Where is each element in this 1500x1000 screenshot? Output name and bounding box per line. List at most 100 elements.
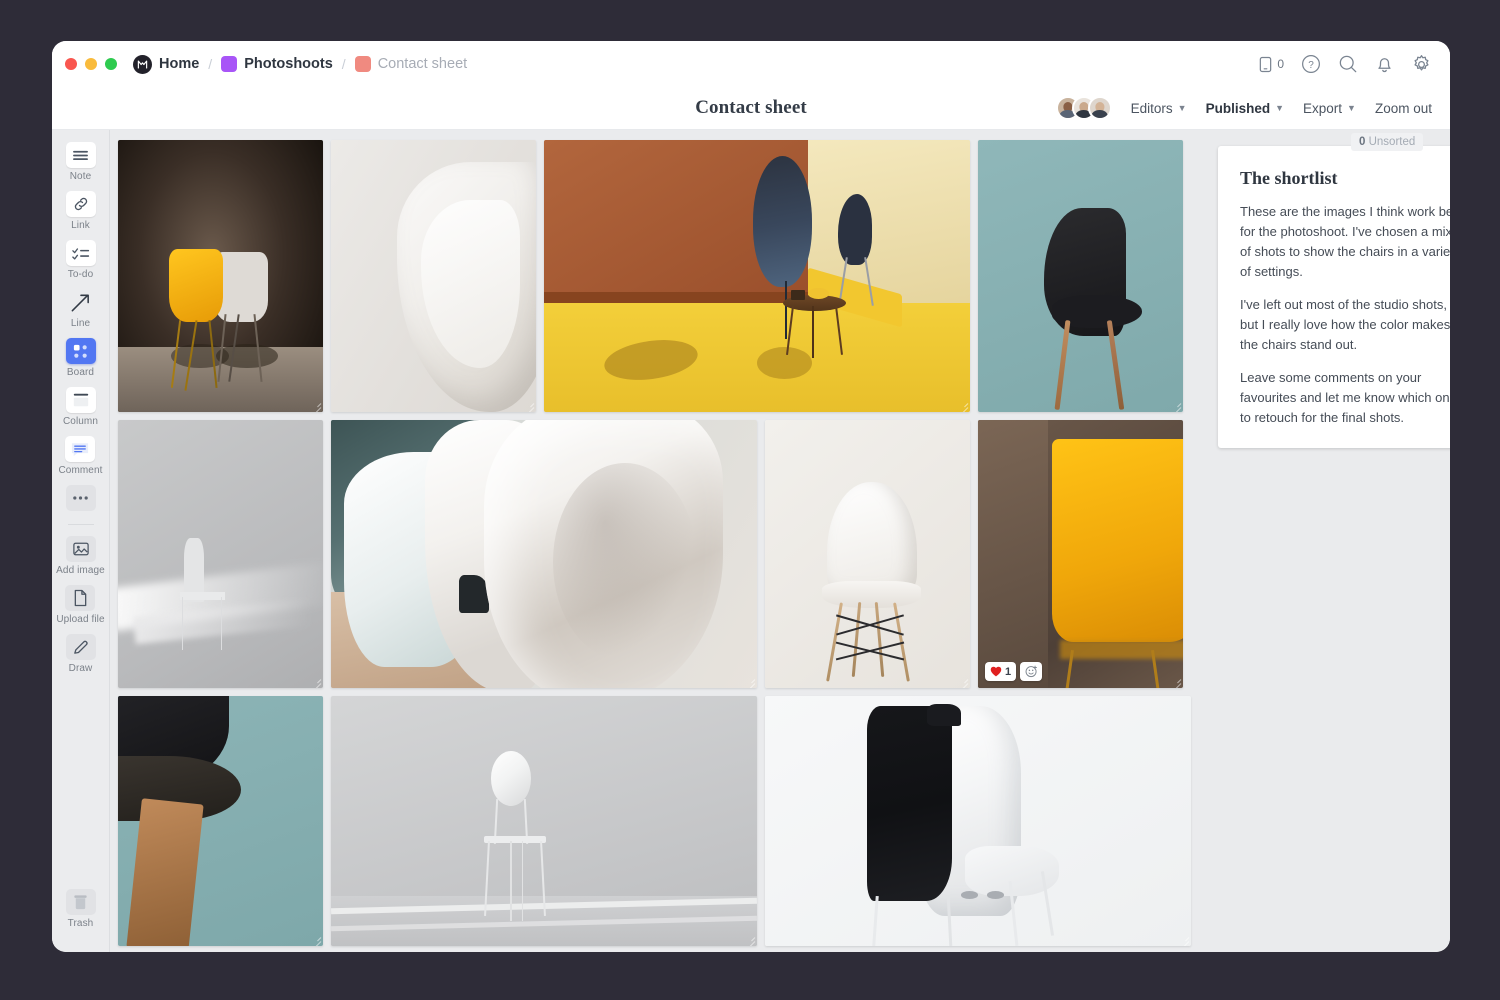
minimize-button[interactable] bbox=[85, 58, 97, 70]
link-icon bbox=[65, 191, 96, 217]
zoom-out-button[interactable]: Zoom out bbox=[1375, 101, 1432, 116]
image-card-white-round-back-chair-grey[interactable] bbox=[331, 696, 757, 946]
help-icon[interactable]: ? bbox=[1301, 54, 1321, 74]
note-icon bbox=[65, 142, 96, 168]
image-card-eames-style-white-chair[interactable] bbox=[765, 420, 970, 688]
image-card-navy-chairs-terracotta-yellow-set[interactable] bbox=[544, 140, 970, 412]
image-card-black-chair-teal-background[interactable] bbox=[978, 140, 1183, 412]
tool-line[interactable]: Line bbox=[66, 289, 96, 329]
breadcrumb-item-home[interactable]: Home bbox=[159, 56, 199, 72]
resize-handle[interactable] bbox=[1172, 401, 1181, 410]
tool-link[interactable]: Link bbox=[65, 191, 96, 231]
tool-comment-label: Comment bbox=[58, 465, 103, 476]
image-grid: 1 bbox=[118, 140, 1200, 946]
note-paragraph: I've left out most of the studio shots, … bbox=[1240, 297, 1450, 352]
note-card-shortlist[interactable]: The shortlist These are the images I thi… bbox=[1218, 146, 1450, 448]
published-label: Published bbox=[1205, 100, 1271, 116]
tool-add-image[interactable]: Add image bbox=[56, 536, 105, 576]
mobile-icon[interactable]: 0 bbox=[1258, 56, 1284, 73]
heart-icon bbox=[990, 666, 1002, 677]
close-button[interactable] bbox=[65, 58, 77, 70]
export-menu[interactable]: Export ▼ bbox=[1303, 101, 1356, 116]
tool-add-image-label: Add image bbox=[56, 565, 105, 576]
line-arrow-icon bbox=[66, 289, 96, 315]
board-canvas[interactable]: 0 Unsorted 1 The shortlist These are the… bbox=[110, 130, 1450, 952]
breadcrumb-item-photoshoots[interactable]: Photoshoots bbox=[244, 56, 333, 72]
tool-link-label: Link bbox=[71, 220, 90, 231]
tool-todo[interactable]: To-do bbox=[65, 240, 96, 280]
resize-handle[interactable] bbox=[746, 677, 755, 686]
tool-more[interactable] bbox=[65, 485, 96, 511]
more-dots-icon bbox=[65, 485, 96, 511]
published-menu[interactable]: Published ▼ bbox=[1206, 101, 1284, 116]
editors-menu[interactable]: Editors ▼ bbox=[1131, 101, 1187, 116]
image-icon bbox=[65, 536, 96, 562]
board-icon bbox=[65, 338, 96, 364]
resize-handle[interactable] bbox=[312, 401, 321, 410]
resize-handle[interactable] bbox=[312, 677, 321, 686]
app-window: Home / Photoshoots / Contact sheet 0 ? C… bbox=[52, 41, 1450, 952]
avatar-group[interactable] bbox=[1055, 96, 1112, 120]
image-card-yellow-and-white-chairs-dark-room[interactable] bbox=[118, 140, 323, 412]
tool-note[interactable]: Note bbox=[65, 142, 96, 182]
tool-comment[interactable]: Comment bbox=[58, 436, 102, 476]
tool-trash[interactable]: Trash bbox=[65, 889, 96, 929]
breadcrumb-swatch-contact-sheet bbox=[354, 56, 371, 72]
image-card-white-chair-with-black-coat[interactable] bbox=[765, 696, 1191, 946]
todo-icon bbox=[65, 240, 96, 266]
note-paragraph: These are the images I think work best f… bbox=[1240, 204, 1450, 279]
add-reaction-icon[interactable] bbox=[1020, 662, 1043, 681]
file-icon bbox=[65, 585, 96, 611]
header-actions: Editors ▼ Published ▼ Export ▼ Zoom out bbox=[1055, 96, 1450, 120]
bell-icon[interactable] bbox=[1375, 54, 1394, 74]
reaction-heart[interactable]: 1 bbox=[985, 662, 1017, 681]
tool-upload-file-label: Upload file bbox=[56, 614, 105, 625]
image-card-black-chair-wood-leg-teal[interactable] bbox=[118, 696, 323, 946]
resize-handle[interactable] bbox=[312, 935, 321, 944]
milanote-logo-icon[interactable] bbox=[133, 54, 152, 74]
comment-icon bbox=[65, 436, 96, 462]
image-card-chairs-macro-white-teal[interactable] bbox=[331, 420, 757, 688]
search-icon[interactable] bbox=[1338, 54, 1358, 74]
tool-draw[interactable]: Draw bbox=[65, 634, 96, 674]
image-card-yellow-chair-brown-wall[interactable]: 1 bbox=[978, 420, 1183, 688]
resize-handle[interactable] bbox=[959, 677, 968, 686]
gear-icon[interactable] bbox=[1411, 54, 1432, 75]
tool-board-label: Board bbox=[66, 367, 95, 378]
tool-column-label: Column bbox=[62, 416, 99, 427]
reaction-bar: 1 bbox=[985, 662, 1043, 681]
image-card-white-chair-grey-studio[interactable] bbox=[118, 420, 323, 688]
workspace: Note Link To-do Line Board Column Commen… bbox=[52, 130, 1450, 952]
chevron-down-icon: ▼ bbox=[1177, 103, 1187, 113]
maximize-button[interactable] bbox=[105, 58, 117, 70]
pencil-icon bbox=[65, 634, 96, 660]
window-controls bbox=[65, 58, 117, 70]
breadcrumb-item-contact-sheet: Contact sheet bbox=[377, 56, 468, 72]
breadcrumb-separator-1: / bbox=[208, 56, 213, 72]
unsorted-count: 0 bbox=[1359, 136, 1366, 148]
column-icon bbox=[65, 387, 96, 413]
header-bar: Contact sheet Editors ▼ Published ▼ Expo… bbox=[52, 87, 1450, 130]
chevron-down-icon: ▼ bbox=[1275, 103, 1285, 113]
note-title: The shortlist bbox=[1240, 168, 1338, 188]
tool-column[interactable]: Column bbox=[63, 387, 98, 427]
resize-handle[interactable] bbox=[525, 401, 534, 410]
image-card-white-shell-chair-closeup[interactable] bbox=[331, 140, 536, 412]
tool-board[interactable]: Board bbox=[65, 338, 96, 378]
export-label: Export bbox=[1303, 100, 1343, 116]
unsorted-label: Unsorted bbox=[1368, 136, 1416, 148]
tool-draw-label: Draw bbox=[68, 663, 93, 674]
toolbar-divider bbox=[67, 524, 94, 525]
tool-line-label: Line bbox=[70, 318, 91, 329]
left-toolbar: Note Link To-do Line Board Column Commen… bbox=[52, 130, 110, 952]
breadcrumb-separator-2: / bbox=[341, 56, 346, 72]
tool-trash-label: Trash bbox=[67, 918, 94, 929]
resize-handle[interactable] bbox=[1180, 935, 1189, 944]
mobile-count: 0 bbox=[1277, 57, 1284, 71]
resize-handle[interactable] bbox=[1172, 677, 1181, 686]
resize-handle[interactable] bbox=[959, 401, 968, 410]
tool-upload-file[interactable]: Upload file bbox=[56, 585, 105, 625]
resize-handle[interactable] bbox=[746, 935, 755, 944]
unsorted-badge[interactable]: 0 Unsorted bbox=[1351, 133, 1424, 151]
breadcrumb: Home / Photoshoots / Contact sheet bbox=[133, 54, 468, 74]
